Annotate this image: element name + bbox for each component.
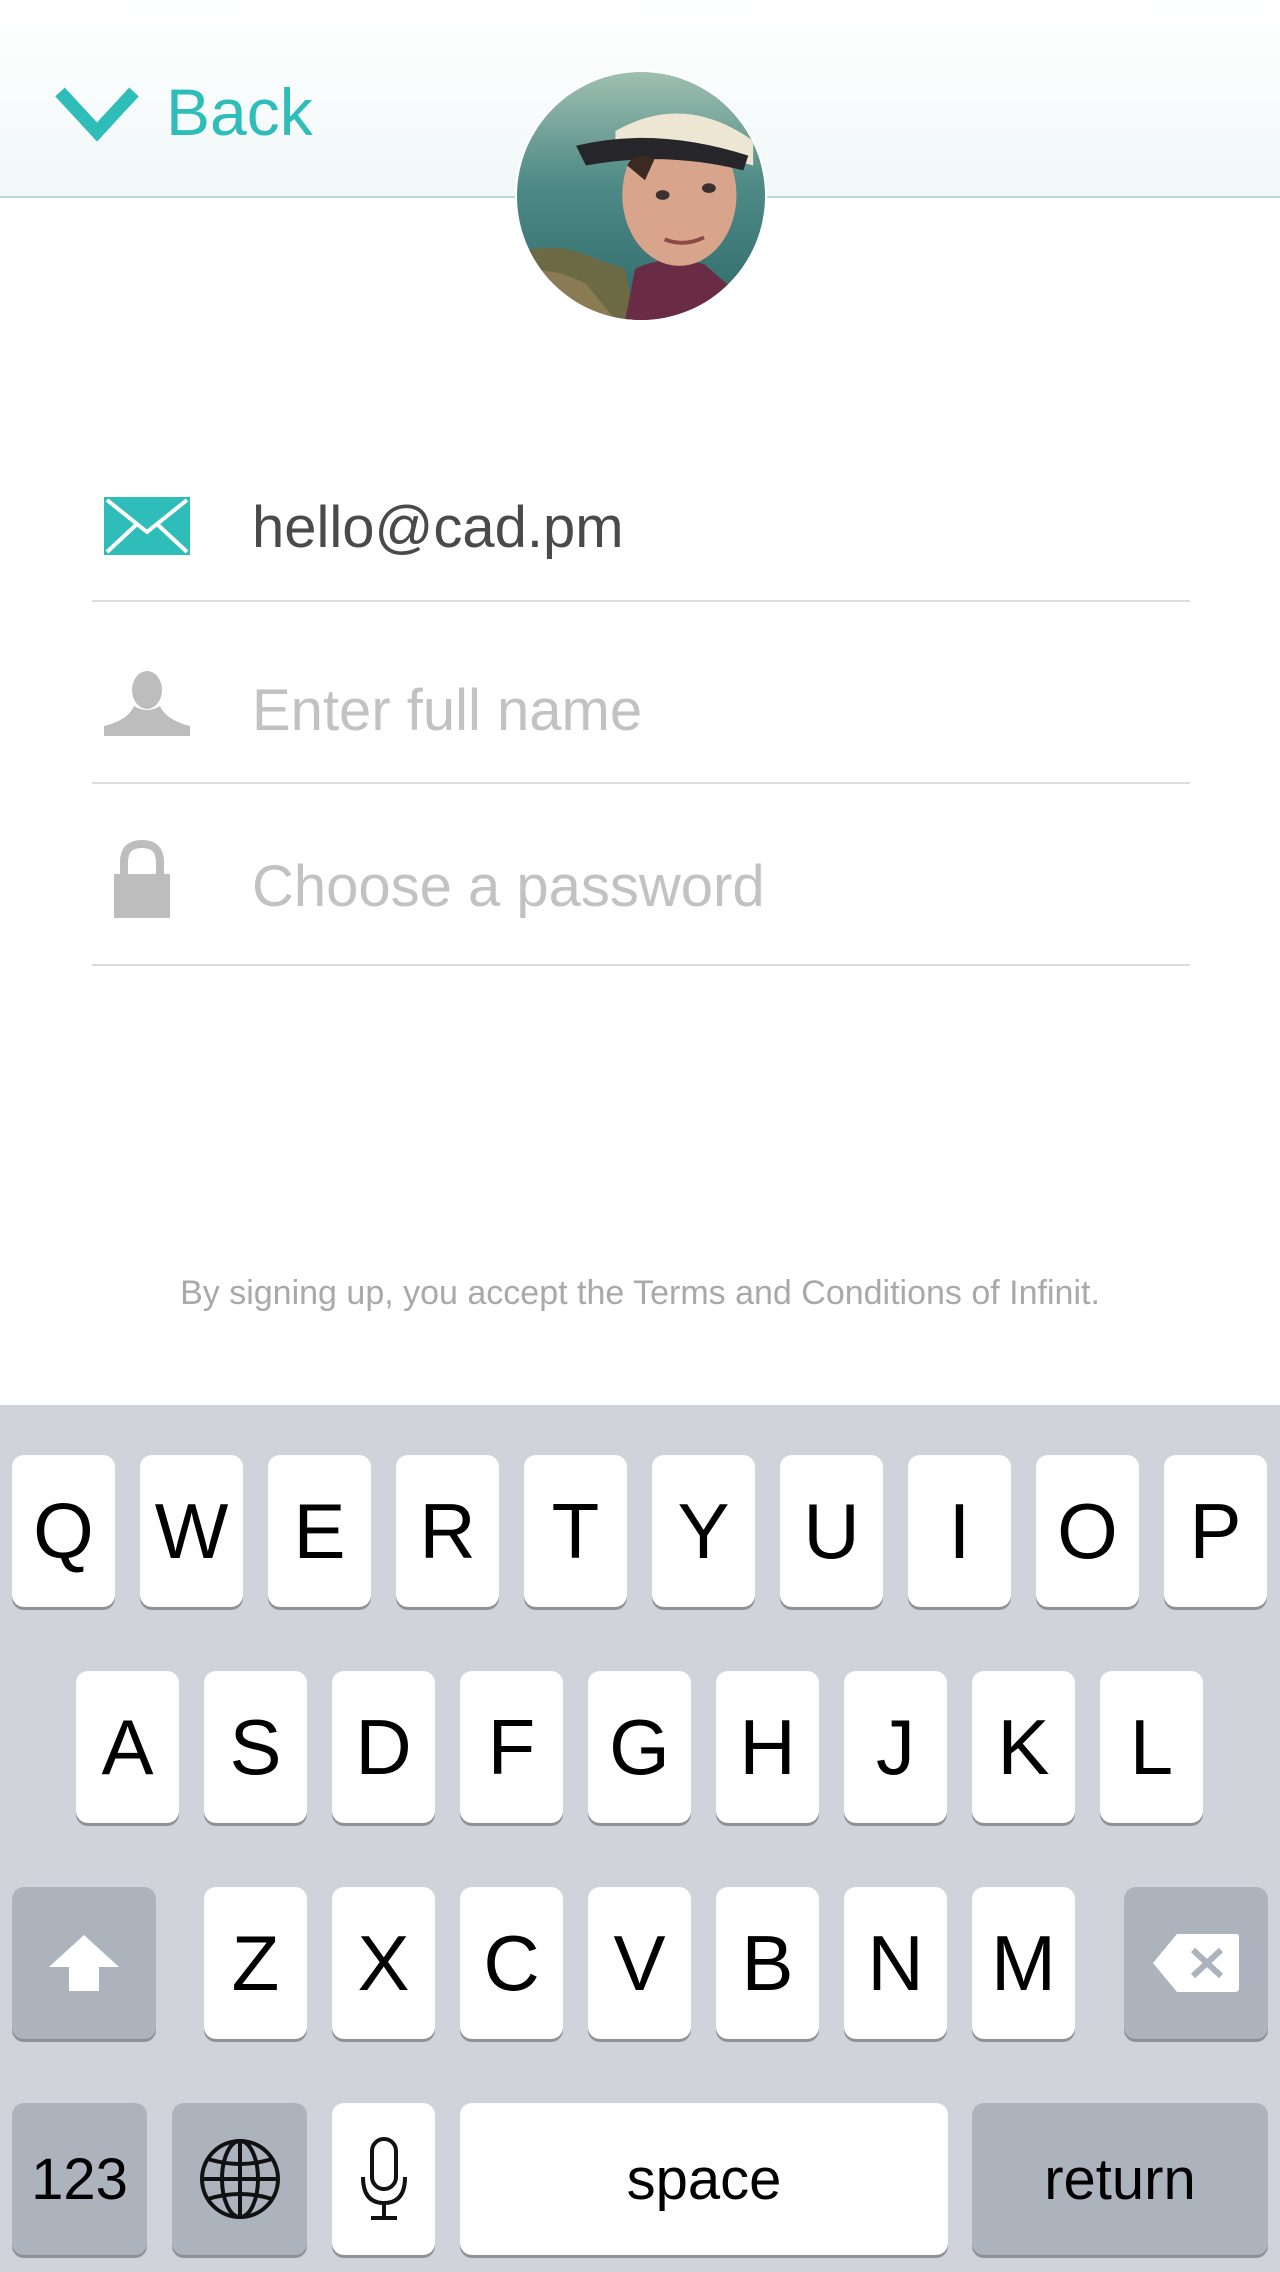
- numbers-key[interactable]: 123: [12, 2103, 147, 2255]
- key-m[interactable]: M: [972, 1887, 1075, 2039]
- microphone-key[interactable]: [332, 2103, 435, 2255]
- key-w[interactable]: W: [140, 1455, 243, 1607]
- key-v[interactable]: V: [588, 1887, 691, 2039]
- microphone-icon: [360, 2137, 407, 2220]
- key-u[interactable]: U: [780, 1455, 883, 1607]
- key-i[interactable]: I: [908, 1455, 1011, 1607]
- return-key[interactable]: return: [972, 2103, 1268, 2255]
- lock-icon: [114, 840, 170, 918]
- key-x[interactable]: X: [332, 1887, 435, 2039]
- key-d[interactable]: D: [332, 1671, 435, 1823]
- key-p[interactable]: P: [1164, 1455, 1267, 1607]
- key-z[interactable]: Z: [204, 1887, 307, 2039]
- key-k[interactable]: K: [972, 1671, 1075, 1823]
- shift-arrow-icon: [49, 1935, 119, 1991]
- key-s[interactable]: S: [204, 1671, 307, 1823]
- shift-key[interactable]: [12, 1887, 156, 2039]
- key-c[interactable]: C: [460, 1887, 563, 2039]
- key-r[interactable]: R: [396, 1455, 499, 1607]
- full-name-field-row: [92, 602, 1190, 784]
- email-input[interactable]: [252, 495, 1152, 559]
- keyboard: Q W E R T Y U I O P A S D F G H J K L Z …: [0, 1405, 1280, 2272]
- key-l[interactable]: L: [1100, 1671, 1203, 1823]
- avatar[interactable]: [515, 70, 767, 322]
- delete-key[interactable]: [1124, 1887, 1268, 2039]
- backspace-icon: [1153, 1934, 1239, 1992]
- full-name-input[interactable]: [252, 678, 1152, 742]
- key-t[interactable]: T: [524, 1455, 627, 1607]
- key-j[interactable]: J: [844, 1671, 947, 1823]
- person-icon: [104, 671, 190, 736]
- key-o[interactable]: O: [1036, 1455, 1139, 1607]
- key-a[interactable]: A: [76, 1671, 179, 1823]
- key-f[interactable]: F: [460, 1671, 563, 1823]
- key-h[interactable]: H: [716, 1671, 819, 1823]
- globe-icon: [199, 2139, 280, 2219]
- space-key[interactable]: space: [460, 2103, 948, 2255]
- key-q[interactable]: Q: [12, 1455, 115, 1607]
- password-input[interactable]: [252, 854, 1152, 918]
- chevron-down-icon: [55, 87, 139, 142]
- back-label: Back: [166, 75, 313, 149]
- envelope-icon: [104, 497, 190, 555]
- key-n[interactable]: N: [844, 1887, 947, 2039]
- globe-key[interactable]: [172, 2103, 307, 2255]
- terms-text[interactable]: By signing up, you accept the Terms and …: [0, 1274, 1280, 1313]
- avatar-photo: [517, 72, 765, 320]
- key-y[interactable]: Y: [652, 1455, 755, 1607]
- key-e[interactable]: E: [268, 1455, 371, 1607]
- email-field-row: [92, 420, 1190, 602]
- key-b[interactable]: B: [716, 1887, 819, 2039]
- back-button[interactable]: Back: [54, 72, 313, 152]
- key-g[interactable]: G: [588, 1671, 691, 1823]
- password-field-row: [92, 784, 1190, 966]
